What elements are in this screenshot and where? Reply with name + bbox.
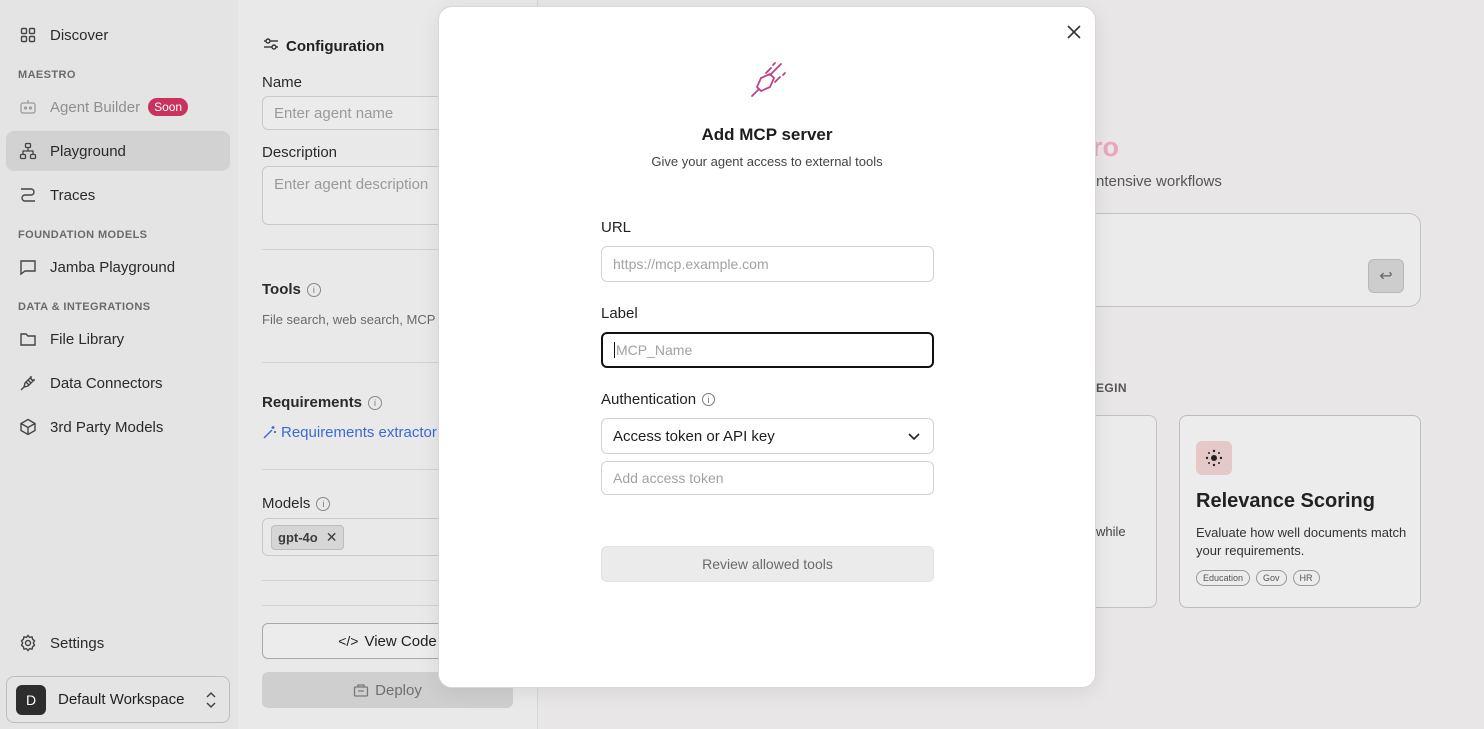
- nav-file-library-label: File Library: [50, 330, 125, 348]
- model-chip: gpt-4o ✕: [271, 525, 345, 550]
- section-maestro: MAESTRO: [18, 69, 76, 81]
- nav-jamba-playground[interactable]: Jamba Playground: [6, 247, 230, 287]
- tools-hint: File search, web search, MCP c: [262, 312, 446, 327]
- plug-icon: [18, 373, 38, 393]
- card-description: Evaluate how well documents match your r…: [1196, 525, 1407, 558]
- close-icon[interactable]: ✕: [326, 529, 338, 546]
- nav-traces-label: Traces: [50, 186, 96, 204]
- tools-label-text: Tools: [262, 281, 301, 298]
- info-icon[interactable]: i: [368, 395, 383, 410]
- robot-icon: [18, 97, 38, 117]
- tools-label: Tools i: [262, 281, 321, 298]
- requirements-link-text: Requirements extractor: [281, 424, 437, 441]
- name-label: Name: [262, 74, 303, 91]
- sparkle-icon: [1196, 441, 1232, 475]
- label-placeholder: MCP_Name: [616, 342, 693, 358]
- access-token-input[interactable]: Add access token: [601, 461, 934, 495]
- requirements-extractor-link[interactable]: Requirements extractor: [262, 424, 437, 441]
- hero-subtitle: ntensive workflows: [1096, 173, 1222, 190]
- nav-agent-builder-label: Agent Builder: [50, 98, 141, 116]
- chat-icon: [18, 257, 38, 277]
- relevance-scoring-card[interactable]: Relevance Scoring Evaluate how well docu…: [1179, 415, 1421, 608]
- url-input[interactable]: https://mcp.example.com: [601, 246, 934, 282]
- section-foundation-models: FOUNDATION MODELS: [18, 229, 148, 241]
- nav-settings[interactable]: Settings: [6, 623, 230, 663]
- code-icon: </>: [338, 633, 359, 649]
- sliders-icon: [262, 36, 280, 56]
- workspace-switcher[interactable]: D Default Workspace: [6, 676, 230, 723]
- info-icon[interactable]: i: [306, 282, 321, 297]
- description-label: Description: [262, 144, 338, 161]
- info-icon[interactable]: i: [702, 393, 716, 406]
- configuration-title: Configuration: [262, 36, 384, 56]
- tag: HR: [1292, 570, 1320, 586]
- authentication-select[interactable]: Access token or API key: [601, 418, 934, 454]
- models-label: Models i: [262, 495, 331, 512]
- nav-discover[interactable]: Discover: [6, 15, 230, 55]
- card-title: Relevance Scoring: [1196, 490, 1375, 512]
- label-input[interactable]: MCP_Name: [601, 332, 934, 368]
- nav-jamba-label: Jamba Playground: [50, 258, 176, 276]
- authentication-label: Authentication i: [601, 391, 716, 408]
- nav-playground[interactable]: Playground: [6, 131, 230, 171]
- add-mcp-server-dialog: Add MCP server Give your agent access to…: [438, 6, 1096, 688]
- nav-3rd-party-label: 3rd Party Models: [50, 418, 164, 436]
- enter-button[interactable]: ↩: [1368, 259, 1404, 293]
- authentication-selected: Access token or API key: [613, 427, 775, 445]
- section-data-integrations: DATA & INTEGRATIONS: [18, 301, 151, 313]
- nav-data-connectors-label: Data Connectors: [50, 374, 163, 392]
- workspace-name: Default Workspace: [58, 691, 185, 708]
- requirements-label: Requirements i: [262, 394, 383, 411]
- close-icon[interactable]: [1063, 21, 1085, 43]
- deploy-label: Deploy: [375, 681, 422, 699]
- tag: Education: [1196, 570, 1251, 586]
- nav-playground-label: Playground: [50, 142, 126, 160]
- nav-agent-builder: Agent Builder Soon: [6, 87, 230, 127]
- dialog-subtitle: Give your agent access to external tools: [651, 154, 883, 169]
- models-label-text: Models: [262, 495, 311, 512]
- tag: Gov: [1256, 570, 1287, 586]
- configuration-title-text: Configuration: [286, 37, 385, 55]
- section-heading: EGIN: [1096, 381, 1127, 395]
- nav-settings-label: Settings: [50, 634, 105, 652]
- sidebar: Discover MAESTRO Agent Builder Soon Play…: [0, 0, 238, 729]
- dialog-title: Add MCP server: [701, 125, 833, 144]
- nav-traces[interactable]: Traces: [6, 175, 230, 215]
- info-icon[interactable]: i: [316, 496, 331, 511]
- hero-title: ro: [1092, 132, 1119, 162]
- prompt-box[interactable]: [1070, 213, 1421, 307]
- deploy-icon: [353, 683, 369, 697]
- card-desc-fragment: while: [1096, 524, 1126, 539]
- card-tags: Education Gov HR: [1196, 570, 1320, 586]
- cube-icon: [18, 417, 38, 437]
- label-label: Label: [601, 305, 638, 322]
- folder-icon: [18, 329, 38, 349]
- access-token-placeholder: Add access token: [613, 470, 724, 486]
- url-label: URL: [601, 219, 632, 236]
- nav-3rd-party-models[interactable]: 3rd Party Models: [6, 407, 230, 447]
- chevron-down-icon: [907, 429, 921, 447]
- workspace-avatar: D: [16, 684, 46, 715]
- review-button-label: Review allowed tools: [702, 556, 833, 572]
- nav-discover-label: Discover: [50, 26, 109, 44]
- grid-icon: [18, 25, 38, 45]
- model-chip-label: gpt-4o: [278, 530, 318, 545]
- soon-badge: Soon: [148, 98, 189, 116]
- enter-icon: ↩: [1379, 268, 1393, 285]
- view-code-label: View Code: [364, 632, 437, 650]
- traces-icon: [18, 185, 38, 205]
- review-allowed-tools-button[interactable]: Review allowed tools: [601, 546, 934, 582]
- chevron-updown-icon: [205, 689, 217, 715]
- url-placeholder: https://mcp.example.com: [613, 256, 769, 272]
- magic-wand-icon: [262, 425, 277, 440]
- nav-file-library[interactable]: File Library: [6, 319, 230, 359]
- network-icon: [18, 141, 38, 161]
- nav-data-connectors[interactable]: Data Connectors: [6, 363, 230, 403]
- text-caret: [614, 342, 615, 358]
- requirements-label-text: Requirements: [262, 394, 363, 411]
- gear-icon: [18, 633, 38, 653]
- plug-icon: [749, 61, 787, 99]
- authentication-label-text: Authentication: [601, 391, 697, 408]
